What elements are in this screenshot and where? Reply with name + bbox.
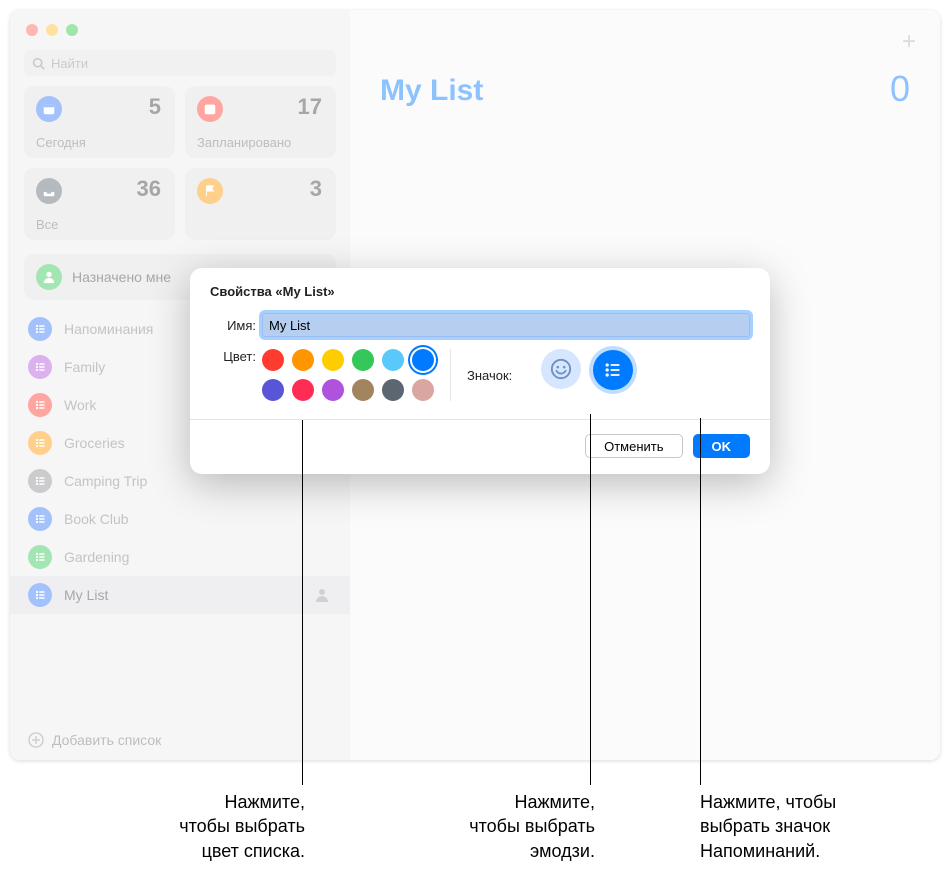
- callout-color: Нажмите, чтобы выбрать цвет списка.: [90, 790, 305, 863]
- color-swatch[interactable]: [292, 379, 314, 401]
- name-label: Имя:: [210, 318, 262, 333]
- list-row[interactable]: My List: [10, 576, 350, 614]
- list-name: Gardening: [64, 549, 330, 565]
- reminders-icon-button[interactable]: [593, 350, 633, 390]
- minimize-window-icon[interactable]: [46, 24, 58, 36]
- list-icon: [28, 583, 52, 607]
- list-row[interactable]: Book Club: [10, 500, 350, 538]
- label: Запланировано: [197, 135, 291, 150]
- calendar-today-icon: [36, 96, 62, 122]
- smiley-icon: [550, 358, 572, 380]
- list-name: Book Club: [64, 511, 330, 527]
- icon-picker: Значок:: [467, 349, 633, 390]
- card-flagged[interactable]: 3: [185, 168, 336, 240]
- cart-icon: [28, 431, 52, 455]
- list-bullet-icon: [603, 360, 623, 380]
- card-scheduled[interactable]: 17 Запланировано: [185, 86, 336, 158]
- list-name-input[interactable]: [262, 313, 750, 337]
- count: 5: [149, 94, 161, 120]
- bookmark-icon: [28, 507, 52, 531]
- card-all[interactable]: 36 Все: [24, 168, 175, 240]
- search-placeholder: Найти: [51, 56, 88, 71]
- callout-line-color: [302, 420, 303, 785]
- list-row[interactable]: Gardening: [10, 538, 350, 576]
- color-picker: [262, 349, 434, 401]
- list-count: 0: [890, 68, 910, 110]
- color-swatch[interactable]: [382, 379, 404, 401]
- divider: [190, 419, 770, 420]
- list-title: My List: [380, 74, 910, 108]
- close-window-icon[interactable]: [26, 24, 38, 36]
- search-icon: [32, 57, 45, 70]
- person-icon: [314, 587, 330, 603]
- zoom-window-icon[interactable]: [66, 24, 78, 36]
- star-icon: [28, 393, 52, 417]
- tray-icon: [36, 178, 62, 204]
- color-swatch[interactable]: [412, 349, 434, 371]
- label: Добавить список: [52, 732, 161, 748]
- color-swatch[interactable]: [412, 379, 434, 401]
- list-icon: [28, 317, 52, 341]
- cancel-button[interactable]: Отменить: [585, 434, 682, 458]
- home-icon: [28, 355, 52, 379]
- person-icon: [36, 264, 62, 290]
- dialog-title: Свойства «My List»: [210, 284, 750, 299]
- callout-line-emoji: [590, 414, 591, 785]
- label: Сегодня: [36, 135, 86, 150]
- window-controls[interactable]: [10, 10, 350, 46]
- emoji-picker-button[interactable]: [541, 349, 581, 389]
- color-swatch[interactable]: [352, 349, 374, 371]
- ok-button[interactable]: OK: [693, 434, 751, 458]
- smart-lists: 5 Сегодня 17 Запланировано 36 Все: [10, 86, 350, 250]
- icon-label: Значок:: [467, 368, 518, 383]
- add-reminder-button[interactable]: +: [902, 28, 916, 56]
- count: 36: [137, 176, 161, 202]
- count: 17: [298, 94, 322, 120]
- search-input[interactable]: Найти: [24, 50, 336, 76]
- callout-line-icon: [700, 418, 701, 785]
- color-swatch[interactable]: [322, 349, 344, 371]
- count: 3: [310, 176, 322, 202]
- leaf-icon: [28, 545, 52, 569]
- separator: [450, 349, 451, 401]
- callout-icon: Нажмите, чтобы выбрать значок Напоминани…: [700, 790, 935, 863]
- card-today[interactable]: 5 Сегодня: [24, 86, 175, 158]
- callout-emoji: Нажмите, чтобы выбрать эмодзи.: [380, 790, 595, 863]
- color-swatch[interactable]: [352, 379, 374, 401]
- list-name: My List: [64, 587, 302, 603]
- plus-circle-icon: [28, 732, 44, 748]
- tent-icon: [28, 469, 52, 493]
- add-list-button[interactable]: Добавить список: [10, 720, 350, 760]
- color-swatch[interactable]: [292, 349, 314, 371]
- calendar-icon: [197, 96, 223, 122]
- color-swatch[interactable]: [262, 379, 284, 401]
- flag-icon: [197, 178, 223, 204]
- label: Назначено мне: [72, 269, 171, 285]
- list-name: Camping Trip: [64, 473, 330, 489]
- color-swatch[interactable]: [262, 349, 284, 371]
- label: Все: [36, 217, 58, 232]
- color-swatch[interactable]: [322, 379, 344, 401]
- color-label: Цвет:: [210, 349, 262, 364]
- color-swatch[interactable]: [382, 349, 404, 371]
- list-info-dialog: Свойства «My List» Имя: Цвет: Значок: От…: [190, 268, 770, 474]
